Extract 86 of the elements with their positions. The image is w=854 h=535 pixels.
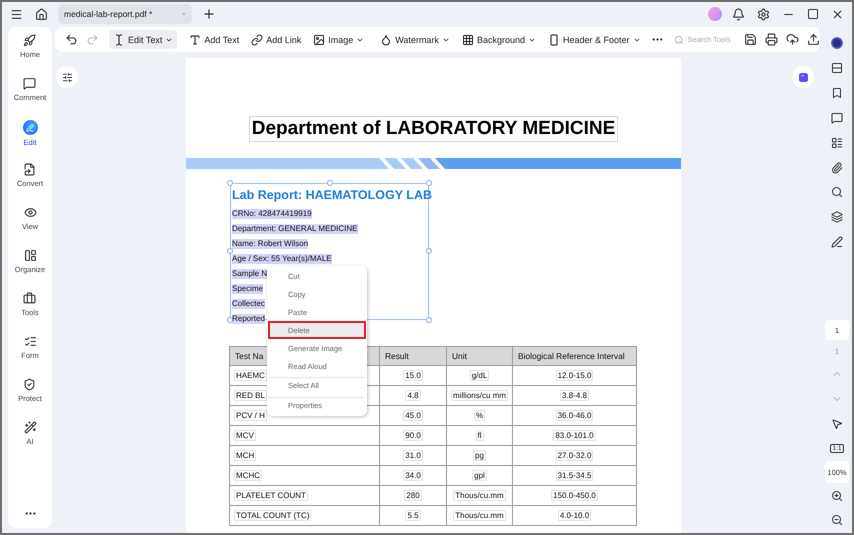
shield-check-icon bbox=[23, 378, 36, 391]
patient-field: Specime bbox=[232, 284, 264, 294]
table-cell: PLATELET COUNT bbox=[234, 490, 308, 501]
page-icon bbox=[548, 34, 560, 46]
table-cell: RED BL bbox=[234, 390, 267, 401]
patient-field: Reported bbox=[232, 314, 265, 324]
comment-icon bbox=[23, 77, 36, 90]
magic-wand-icon bbox=[24, 421, 36, 434]
text-icon bbox=[189, 34, 202, 46]
document-tab-title: medical-lab-report.pdf * bbox=[64, 9, 152, 19]
droplet-icon bbox=[380, 34, 392, 46]
resize-handle[interactable] bbox=[227, 317, 233, 323]
form-icon bbox=[24, 335, 36, 348]
table-cell: g/dL bbox=[470, 370, 490, 381]
table-cell: 3.8-4.8 bbox=[560, 390, 589, 401]
resize-handle[interactable] bbox=[227, 248, 233, 254]
notification-bell-icon[interactable] bbox=[730, 6, 747, 22]
toolbar-button[interactable]: Edit Text bbox=[109, 30, 178, 49]
search-icon bbox=[674, 34, 684, 44]
resize-handle[interactable] bbox=[426, 317, 432, 323]
table-cell: 36.0-46.0 bbox=[556, 410, 594, 421]
ai-assistant-icon[interactable] bbox=[792, 66, 814, 88]
table-cell: MCV bbox=[234, 430, 256, 441]
table-cell: 150.0-450.0 bbox=[551, 490, 598, 501]
grid-icon bbox=[462, 34, 474, 46]
table-cell: 34.0 bbox=[403, 470, 423, 481]
resize-handle[interactable] bbox=[426, 248, 432, 254]
document-tab[interactable]: medical-lab-report.pdf * bbox=[58, 4, 192, 24]
table-cell: MCHC bbox=[234, 470, 262, 481]
table-cell: 45.0 bbox=[403, 410, 423, 421]
table-cell: 280 bbox=[404, 490, 422, 501]
table-cell: 31.0 bbox=[403, 450, 423, 461]
patient-field: Sample N bbox=[232, 268, 268, 278]
table-cell: 83.0-101.0 bbox=[553, 430, 596, 441]
resize-handle[interactable] bbox=[426, 180, 432, 186]
toolbox-icon bbox=[23, 292, 36, 305]
table-cell: 31.5-34.5 bbox=[556, 470, 594, 481]
link-icon bbox=[251, 34, 264, 46]
table-cell: gpl bbox=[472, 470, 487, 481]
table-cell: 90.0 bbox=[403, 430, 423, 441]
table-cell: 4.0-10.0 bbox=[558, 510, 592, 521]
pen-icon bbox=[22, 120, 38, 135]
document-heading: Department of LABORATORY MEDICINE bbox=[248, 116, 618, 142]
resize-handle[interactable] bbox=[327, 180, 333, 186]
toolbar-button[interactable]: Image bbox=[309, 30, 368, 49]
maximize-icon[interactable] bbox=[805, 6, 821, 22]
resize-handle[interactable] bbox=[227, 180, 233, 186]
toolbar-button[interactable]: Watermark bbox=[376, 30, 454, 49]
home-icon[interactable] bbox=[33, 6, 50, 22]
toolbar-button[interactable]: Background bbox=[458, 30, 540, 49]
filter-icon[interactable] bbox=[56, 66, 78, 88]
settings-icon[interactable] bbox=[755, 6, 772, 22]
table-cell: 27.0-32.0 bbox=[556, 450, 594, 461]
table-cell: Thous/cu.mm bbox=[453, 490, 506, 501]
table-cell: pg bbox=[473, 450, 486, 461]
patient-field: Name: Robert Wilson bbox=[232, 238, 308, 248]
toolbar-button[interactable]: Add Link bbox=[247, 30, 306, 49]
toolbar-button[interactable]: Header & Footer bbox=[544, 30, 645, 49]
rocket-icon bbox=[23, 34, 36, 47]
cloud-upload-icon[interactable] bbox=[784, 31, 801, 48]
patient-field: Department: GENERAL MEDICINE bbox=[232, 224, 358, 234]
column-header: Result bbox=[380, 346, 446, 366]
patient-field: Collectec bbox=[232, 298, 265, 308]
convert-icon bbox=[23, 163, 36, 176]
print-icon[interactable] bbox=[762, 31, 780, 48]
eye-icon bbox=[24, 206, 36, 219]
column-header: Biological Reference Interval bbox=[512, 346, 636, 366]
table-cell: MCH bbox=[234, 450, 256, 461]
table-cell: TOTAL COUNT (TC) bbox=[234, 510, 312, 521]
table-cell: 12.0-15.0 bbox=[556, 370, 594, 381]
column-header: Unit bbox=[446, 346, 512, 366]
table-cell: 5.5 bbox=[405, 510, 421, 521]
toolbar-button[interactable]: Add Text bbox=[185, 30, 244, 49]
pages-icon bbox=[24, 249, 36, 262]
table-cell: PCV / H bbox=[234, 410, 267, 421]
table-cell: 4.8 bbox=[405, 390, 421, 401]
table-cell: Thous/cu.mm bbox=[453, 510, 506, 521]
image-icon bbox=[313, 34, 326, 46]
patient-field: CRNo: 428474419919 bbox=[232, 208, 312, 218]
patient-field: Age / Sex: 55 Year(s)/MALE bbox=[232, 254, 332, 264]
table-cell: fl bbox=[476, 430, 484, 441]
table-cell: 15.0 bbox=[403, 370, 423, 381]
table-cell: HAEMC bbox=[234, 370, 267, 381]
edit-text-icon bbox=[113, 34, 125, 46]
table-cell: millions/cu mm bbox=[451, 390, 508, 401]
table-cell: % bbox=[474, 410, 486, 421]
